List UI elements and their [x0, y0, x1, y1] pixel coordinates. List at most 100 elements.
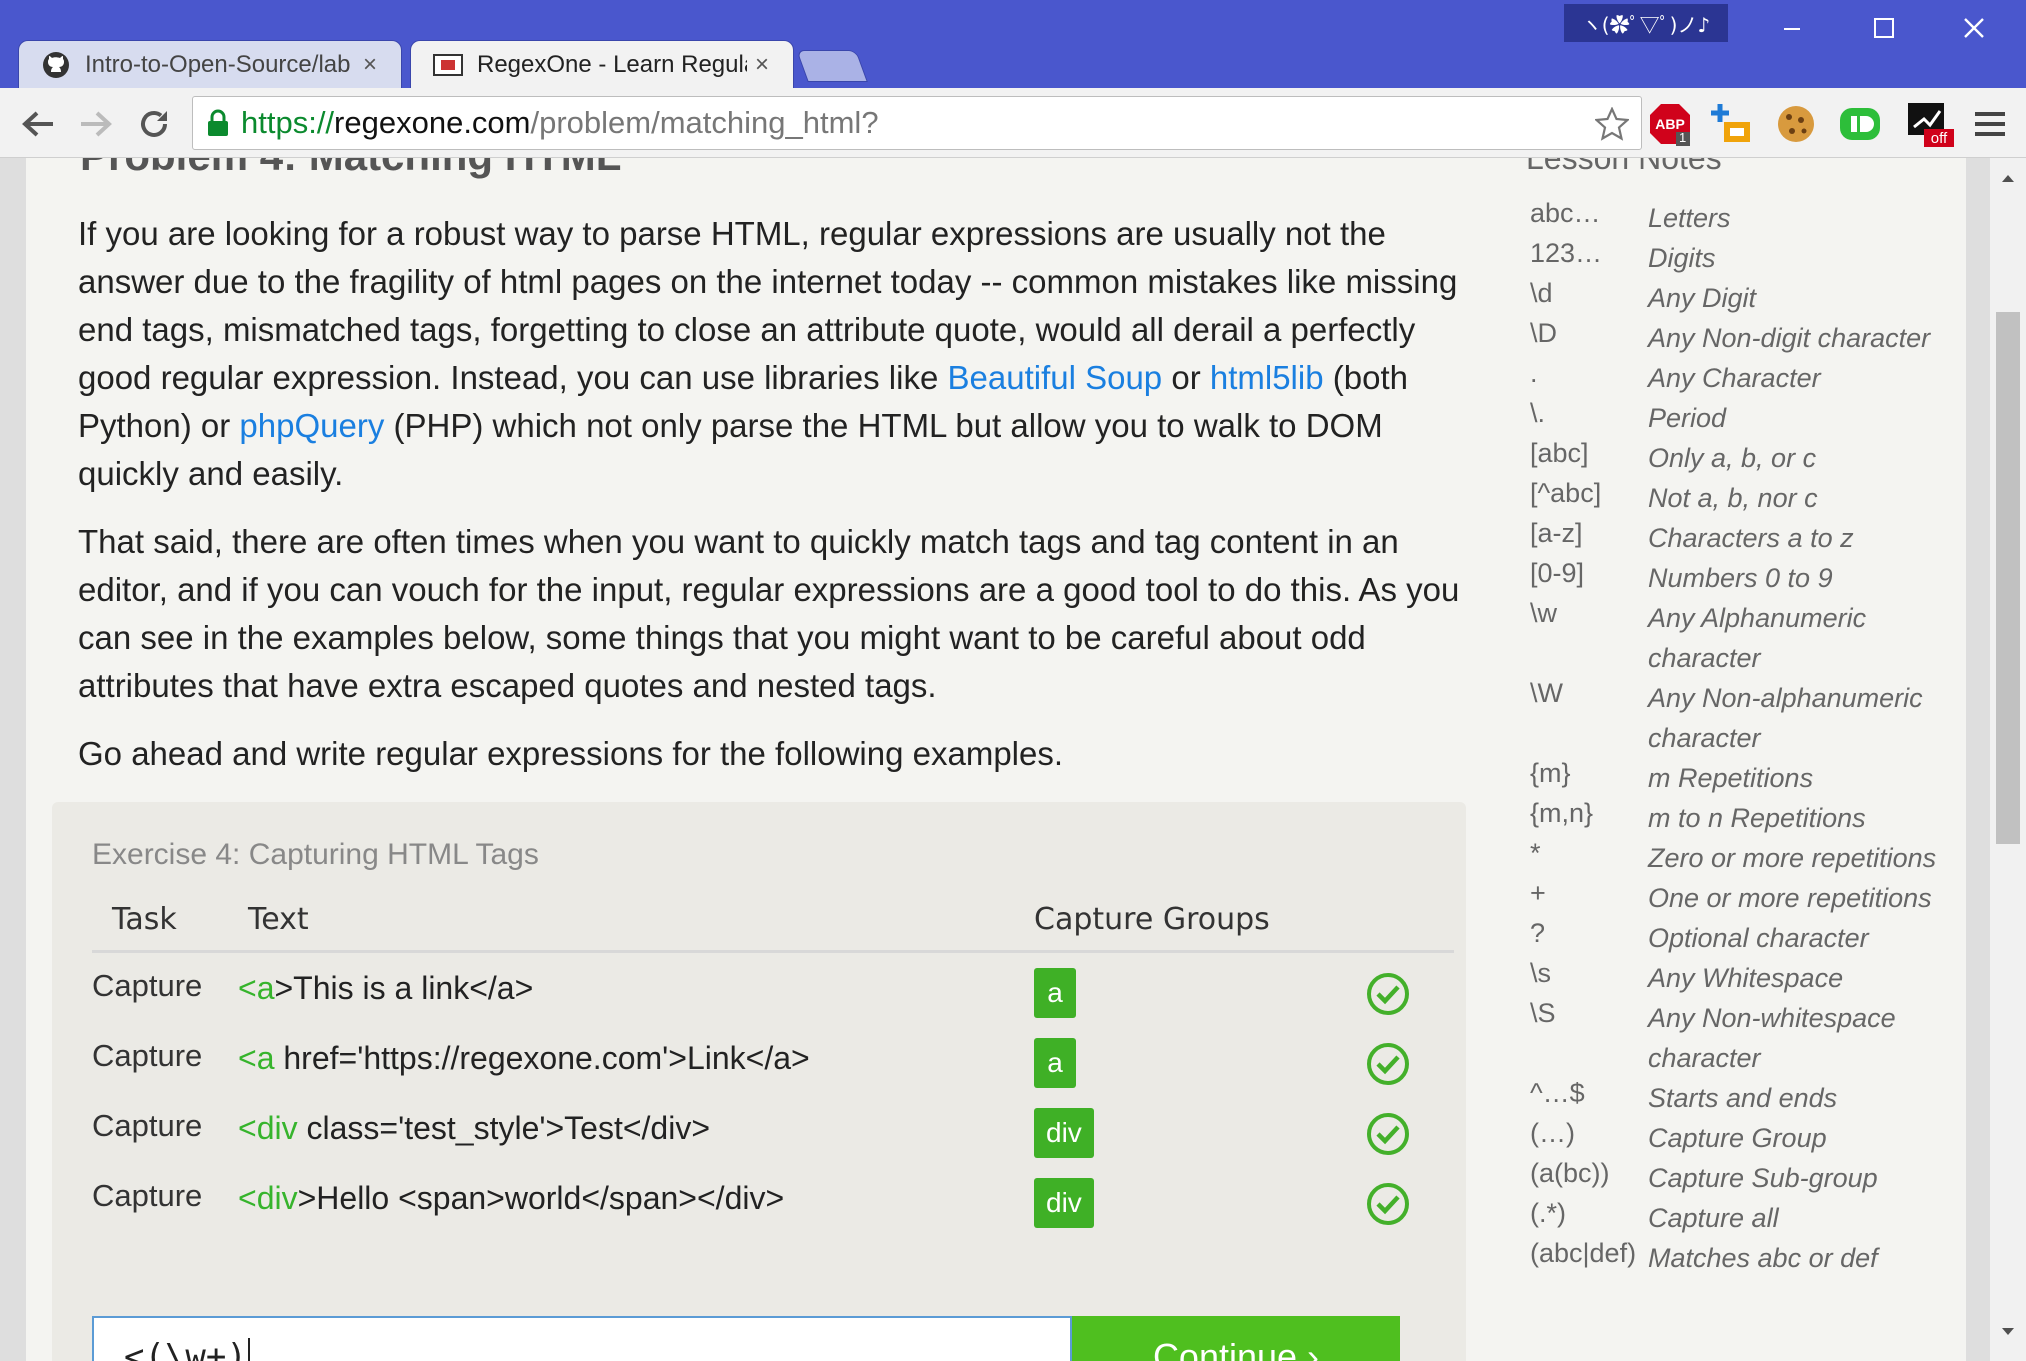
beautiful-soup-link[interactable]: Beautiful Soup: [948, 359, 1163, 396]
adblock-plus-extension[interactable]: ABP 1: [1646, 100, 1694, 148]
row-text: <a>This is a link</a>: [238, 970, 534, 1006]
capture-group-badge: div: [1034, 1108, 1094, 1158]
profile-badge[interactable]: ヽ(✿ﾟ▽ﾟ)ノ♪: [1564, 4, 1728, 42]
note-pattern: [0-9]: [1530, 558, 1585, 588]
text-caret: [247, 1338, 250, 1361]
note-pattern: +: [1530, 878, 1546, 908]
note-description: Capture all: [1648, 1203, 1779, 1233]
note-description: Capture Sub-group: [1648, 1163, 1878, 1193]
reload-icon: [141, 111, 167, 137]
check-circle-icon: [1367, 1043, 1409, 1085]
lock-icon: [208, 109, 228, 136]
note-description: Any Non-alphanumeric character: [1648, 683, 1923, 753]
note-description: Starts and ends: [1648, 1083, 1838, 1113]
capture-group-badge: a: [1034, 968, 1076, 1018]
tab-label: Intro-to-Open-Source/lab: [85, 50, 351, 78]
task-label: Capture: [92, 968, 203, 1003]
reload-button[interactable]: [132, 102, 176, 146]
capture-group-badge: a: [1034, 1038, 1076, 1088]
package-plus-icon: [1711, 104, 1750, 142]
lesson-notes-title: Lesson Notes: [1526, 158, 1722, 176]
address-bar[interactable]: https://regexone.com/problem/matching_ht…: [192, 96, 1642, 150]
header-divider: [92, 950, 1454, 953]
pushbullet-extension[interactable]: [1836, 100, 1884, 148]
regex-answer-input[interactable]: <(\w+): [92, 1316, 1072, 1361]
cookie-extension[interactable]: [1772, 100, 1820, 148]
note-description: One or more repetitions: [1648, 883, 1932, 913]
note-description: Capture Group: [1648, 1123, 1827, 1153]
note-pattern: \W: [1530, 678, 1563, 708]
note-description: Letters: [1648, 203, 1731, 233]
note-pattern: .: [1530, 358, 1538, 388]
note-pattern: (abc|def): [1530, 1238, 1637, 1268]
scrollbar-thumb[interactable]: [1996, 312, 2020, 844]
note-pattern: [abc]: [1530, 438, 1589, 468]
task-label: Capture: [92, 1108, 203, 1143]
back-button[interactable]: [16, 102, 60, 146]
forward-button[interactable]: [74, 102, 118, 146]
note-description: Any Digit: [1648, 283, 1757, 313]
flash-off-icon: off: [1908, 103, 1954, 147]
table-row: Capture <a>This is a link</a> a: [52, 960, 1466, 1030]
chrome-menu-button[interactable]: [1966, 100, 2014, 148]
browser-toolbar: https://regexone.com/problem/matching_ht…: [0, 88, 2026, 158]
note-pattern: (a(bc)): [1530, 1158, 1610, 1188]
note-description: Any Non-whitespace character: [1648, 1003, 1896, 1073]
row-text: <div>Hello <span>world</span></div>: [238, 1180, 785, 1216]
exercise-panel: Exercise 4: Capturing HTML Tags Task Tex…: [52, 802, 1466, 1361]
back-arrow-icon: [22, 111, 53, 137]
note-pattern: \S: [1530, 998, 1556, 1028]
minimize-button[interactable]: [1762, 8, 1822, 48]
tab-regexone[interactable]: RegexOne - Learn Regular ×: [410, 40, 794, 88]
note-description: Any Alphanumeric character: [1648, 603, 1867, 673]
tab-github[interactable]: Intro-to-Open-Source/lab ×: [18, 40, 402, 88]
note-pattern: \D: [1530, 318, 1557, 348]
vertical-scrollbar[interactable]: [1990, 158, 2026, 1361]
table-row: Capture <div class='test_style'>Test</di…: [52, 1100, 1466, 1170]
flash-control-extension[interactable]: off: [1906, 100, 1954, 148]
abp-badge-count: 1: [1679, 130, 1687, 145]
intro-paragraph: If you are looking for a robust way to p…: [78, 215, 1458, 492]
note-description: Only a, b, or c: [1648, 443, 1817, 473]
task-label: Capture: [92, 1178, 203, 1213]
note-pattern: \s: [1530, 958, 1552, 988]
install-extension[interactable]: [1708, 100, 1756, 148]
note-pattern: (.*): [1530, 1198, 1566, 1228]
note-pattern: ?: [1530, 918, 1546, 948]
task-label: Capture: [92, 1038, 203, 1073]
cookie-icon: [1778, 106, 1814, 142]
note-description: Zero or more repetitions: [1648, 843, 1937, 873]
table-row: Capture <div>Hello <span>world</span></d…: [52, 1170, 1466, 1240]
page-viewport: Problem 4: Matching HTML If you are look…: [0, 158, 2026, 1361]
note-pattern: [^abc]: [1530, 478, 1602, 508]
check-circle-icon: [1367, 1183, 1409, 1225]
note-description: Digits: [1648, 243, 1716, 273]
github-icon: [41, 50, 71, 80]
tab-close-icon[interactable]: ×: [747, 51, 777, 79]
note-description: Characters a to z: [1648, 523, 1854, 553]
row-text: <div class='test_style'>Test</div>: [238, 1110, 711, 1146]
new-tab-button[interactable]: [796, 50, 868, 82]
continue-button[interactable]: Continue ›: [1072, 1316, 1400, 1361]
close-window-button[interactable]: [1944, 8, 2004, 48]
scroll-up-arrow-icon[interactable]: [2000, 172, 2016, 184]
note-pattern: (…): [1530, 1118, 1575, 1148]
phpquery-link[interactable]: phpQuery: [239, 407, 384, 444]
tab-label: RegexOne - Learn Regular: [477, 50, 747, 78]
note-pattern: \w: [1530, 598, 1557, 628]
maximize-icon: [1874, 18, 1894, 38]
check-circle-icon: [1367, 973, 1409, 1015]
tab-close-icon[interactable]: ×: [355, 51, 385, 79]
html5lib-link[interactable]: html5lib: [1210, 359, 1324, 396]
bookmark-star-icon[interactable]: [1595, 107, 1629, 141]
hamburger-menu-icon: [1975, 112, 2005, 136]
note-pattern: abc…: [1530, 198, 1601, 228]
scroll-down-arrow-icon[interactable]: [2000, 1326, 2016, 1338]
regexone-favicon-icon: [433, 50, 463, 80]
note-pattern: {m}: [1530, 758, 1571, 788]
instruction-paragraph: Go ahead and write regular expressions f…: [78, 735, 1064, 772]
note-description: Optional character: [1648, 923, 1869, 953]
note-pattern: [a-z]: [1530, 518, 1583, 548]
maximize-button[interactable]: [1854, 8, 1914, 48]
svg-text:off: off: [1931, 130, 1948, 147]
